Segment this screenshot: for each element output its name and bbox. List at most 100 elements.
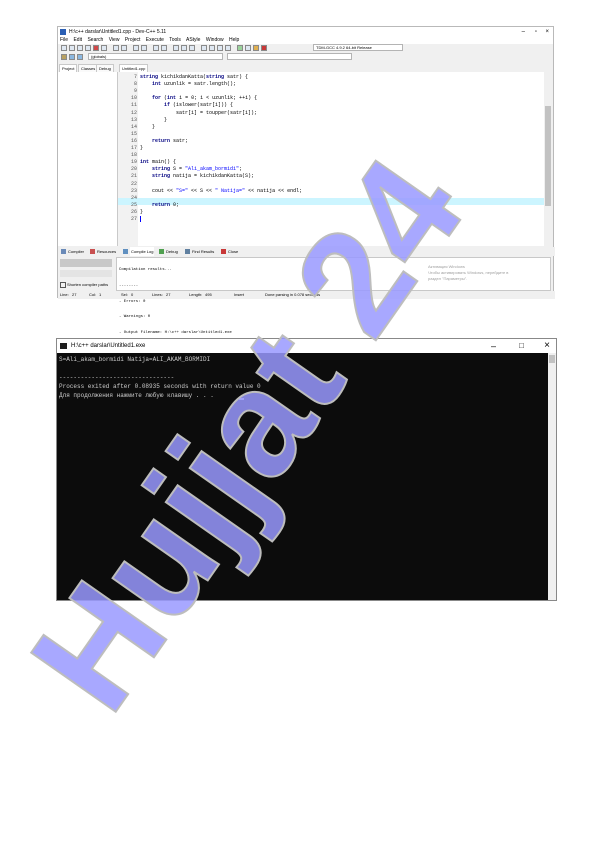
windows-activation-notice: Активация Windows Чтобы активировать Win… (428, 264, 508, 282)
status-mode: Insert (234, 292, 245, 297)
check-icon[interactable] (237, 45, 243, 51)
save-icon[interactable] (77, 45, 83, 51)
ide-menubar: File Edit Search View Project Execute To… (58, 37, 553, 44)
shorten-paths-option[interactable]: Shorten compiler paths (60, 282, 108, 288)
replace-icon[interactable] (141, 45, 147, 51)
code-line: return satr; (152, 137, 189, 144)
compiler-select[interactable]: TDM-GCC 4.9.2 64-bit Release (313, 44, 403, 51)
ide-tabs-row: Project Classes Debug Untitled1.cpp (58, 64, 555, 73)
line-number: 24 (130, 194, 137, 201)
open-icon[interactable] (69, 45, 75, 51)
tab-close[interactable]: Close (228, 247, 238, 256)
line-number: 22 (130, 180, 137, 187)
menu-tools[interactable]: Tools (169, 37, 181, 43)
stop-icon[interactable] (245, 45, 251, 51)
function-select[interactable] (227, 53, 352, 60)
panel-icon[interactable] (225, 45, 231, 51)
activation-line: раздел "Параметры". (428, 276, 468, 281)
console-line: Process exited after 0.08935 seconds wit… (59, 383, 261, 390)
unindent-icon[interactable] (161, 45, 167, 51)
code-line: } (140, 208, 144, 215)
code-line: satr[i] = toupper(satr[i]); (140, 109, 258, 116)
status-sel-label: Sel: (121, 292, 128, 297)
console-output: S=Ali_akam_bormidi Natija=ALI_AKAM_BORMI… (57, 353, 548, 600)
zoom-out-icon[interactable] (181, 45, 187, 51)
class-icon[interactable] (61, 54, 67, 60)
shorten-paths-checkbox[interactable] (60, 282, 66, 288)
tab-resources[interactable]: Resources (97, 247, 116, 256)
tab-find-results[interactable]: Find Results (192, 247, 214, 256)
debug-icon[interactable] (261, 45, 267, 51)
menu-project[interactable]: Project (125, 37, 141, 43)
minimize-icon[interactable]: – (491, 339, 496, 353)
text-cursor (239, 398, 244, 400)
console-scrollbar[interactable] (548, 353, 556, 600)
line-number: 25 (130, 201, 137, 208)
maximize-icon[interactable]: ▫ (535, 27, 537, 37)
new-file-icon[interactable] (61, 45, 67, 51)
grid-icon[interactable] (201, 45, 207, 51)
zoom-in-icon[interactable] (173, 45, 179, 51)
menu-execute[interactable]: Execute (146, 37, 164, 43)
compiler-tab-icon (61, 249, 66, 254)
abort-compilation-button[interactable] (60, 259, 112, 267)
menu-view[interactable]: View (109, 37, 120, 43)
menu-help[interactable]: Help (229, 37, 239, 43)
menu-search[interactable]: Search (87, 37, 103, 43)
goto-icon[interactable] (77, 54, 83, 60)
find-icon[interactable] (133, 45, 139, 51)
editor-scroll-thumb[interactable] (545, 106, 551, 206)
code-line: } (140, 116, 168, 123)
close-tab-icon (221, 249, 226, 254)
redo-icon[interactable] (121, 45, 127, 51)
close-file-icon[interactable] (93, 45, 99, 51)
code-line: string S = "Ali_akam_bormidi"; (152, 166, 243, 173)
console-title: H:\c++ darslar\Untitled1.exe (71, 343, 146, 349)
tab-debug-bottom[interactable]: Debug (166, 247, 178, 256)
status-sel: 0 (131, 292, 134, 297)
line-number: 15 (130, 130, 137, 137)
bookmark-icon[interactable] (189, 45, 195, 51)
line-number: 14 (130, 123, 137, 130)
shorten-paths-label: Shorten compiler paths (67, 282, 109, 288)
insert-icon[interactable] (69, 54, 75, 60)
close-icon[interactable]: × (544, 339, 550, 353)
minimize-icon[interactable]: – (522, 27, 525, 37)
line-number: 11 (130, 102, 137, 109)
output-line: -------- (119, 284, 139, 289)
menu-edit[interactable]: Edit (73, 37, 82, 43)
layout-icon[interactable] (209, 45, 215, 51)
line-number: 13 (130, 116, 137, 123)
undo-icon[interactable] (113, 45, 119, 51)
console-scroll-thumb[interactable] (549, 355, 555, 363)
line-number: 27 (130, 216, 137, 222)
menu-window[interactable]: Window (206, 37, 224, 43)
menu-file[interactable]: File (60, 37, 68, 43)
indent-icon[interactable] (153, 45, 159, 51)
maximize-icon[interactable]: □ (519, 339, 524, 353)
code-line: int uzunlik = satr.length(); (152, 81, 237, 88)
save-all-icon[interactable] (85, 45, 91, 51)
chart-icon[interactable] (253, 45, 259, 51)
close-icon[interactable]: × (545, 27, 549, 37)
line-number: 7 (133, 74, 137, 80)
code-editor[interactable]: 7 string kichikdanKatta(string satr) {8 i… (118, 72, 552, 246)
editor-scrollbar[interactable] (544, 72, 552, 246)
text-cursor (140, 216, 141, 222)
menu-astyle[interactable]: AStyle (186, 37, 200, 43)
status-bar: Line: 27 Col: 1 Sel: 0 Lines: 27 Length:… (58, 291, 555, 299)
window-icon[interactable] (217, 45, 223, 51)
ide-titlebar: H:\c++ darslar\Untitled1.cpp - Dev-C++ 5… (58, 27, 553, 37)
progress-area (60, 270, 112, 277)
code-line: } (140, 123, 156, 130)
tab-compile-log[interactable]: Compile Log (130, 247, 155, 256)
status-col-label: Col: (89, 292, 97, 297)
code-line: } (140, 145, 144, 151)
console-line: -------------------------------- (59, 374, 175, 381)
tab-compiler[interactable]: Compiler (68, 247, 84, 256)
print-icon[interactable] (101, 45, 107, 51)
globals-select[interactable]: (globals) (88, 53, 223, 60)
find-results-tab-icon (185, 249, 190, 254)
debug-tab-icon (159, 249, 164, 254)
current-line-highlight (118, 198, 552, 205)
